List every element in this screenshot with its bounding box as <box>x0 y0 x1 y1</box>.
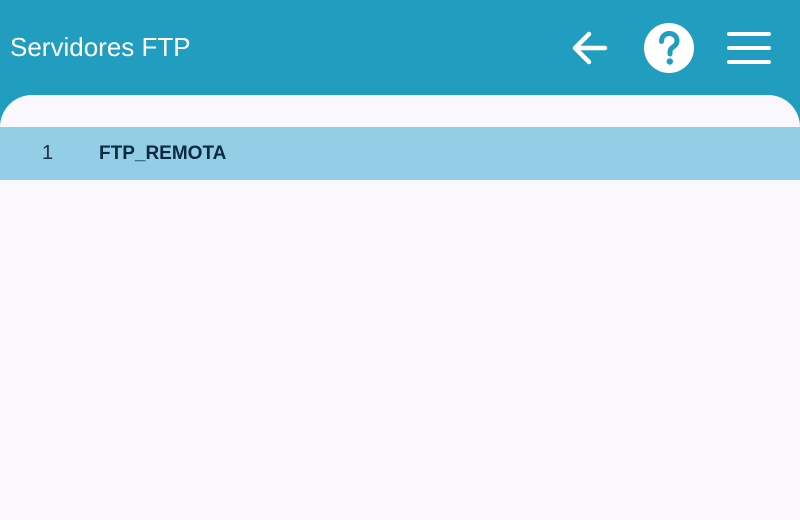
server-name: FTP_REMOTA <box>99 143 227 164</box>
arrow-left-icon <box>572 31 608 65</box>
server-list-panel: 1 FTP_REMOTA <box>0 95 800 520</box>
back-button[interactable] <box>561 20 617 76</box>
server-index: 1 <box>42 142 54 164</box>
server-list: 1 FTP_REMOTA <box>0 127 800 180</box>
list-item[interactable]: 1 FTP_REMOTA <box>0 127 800 180</box>
help-circle-icon <box>644 23 694 73</box>
help-button[interactable] <box>641 20 697 76</box>
page-title: Servidores FTP <box>10 32 191 62</box>
hamburger-menu-icon <box>727 32 771 64</box>
menu-button[interactable] <box>721 20 777 76</box>
app-bar: Servidores FTP <box>0 0 800 96</box>
